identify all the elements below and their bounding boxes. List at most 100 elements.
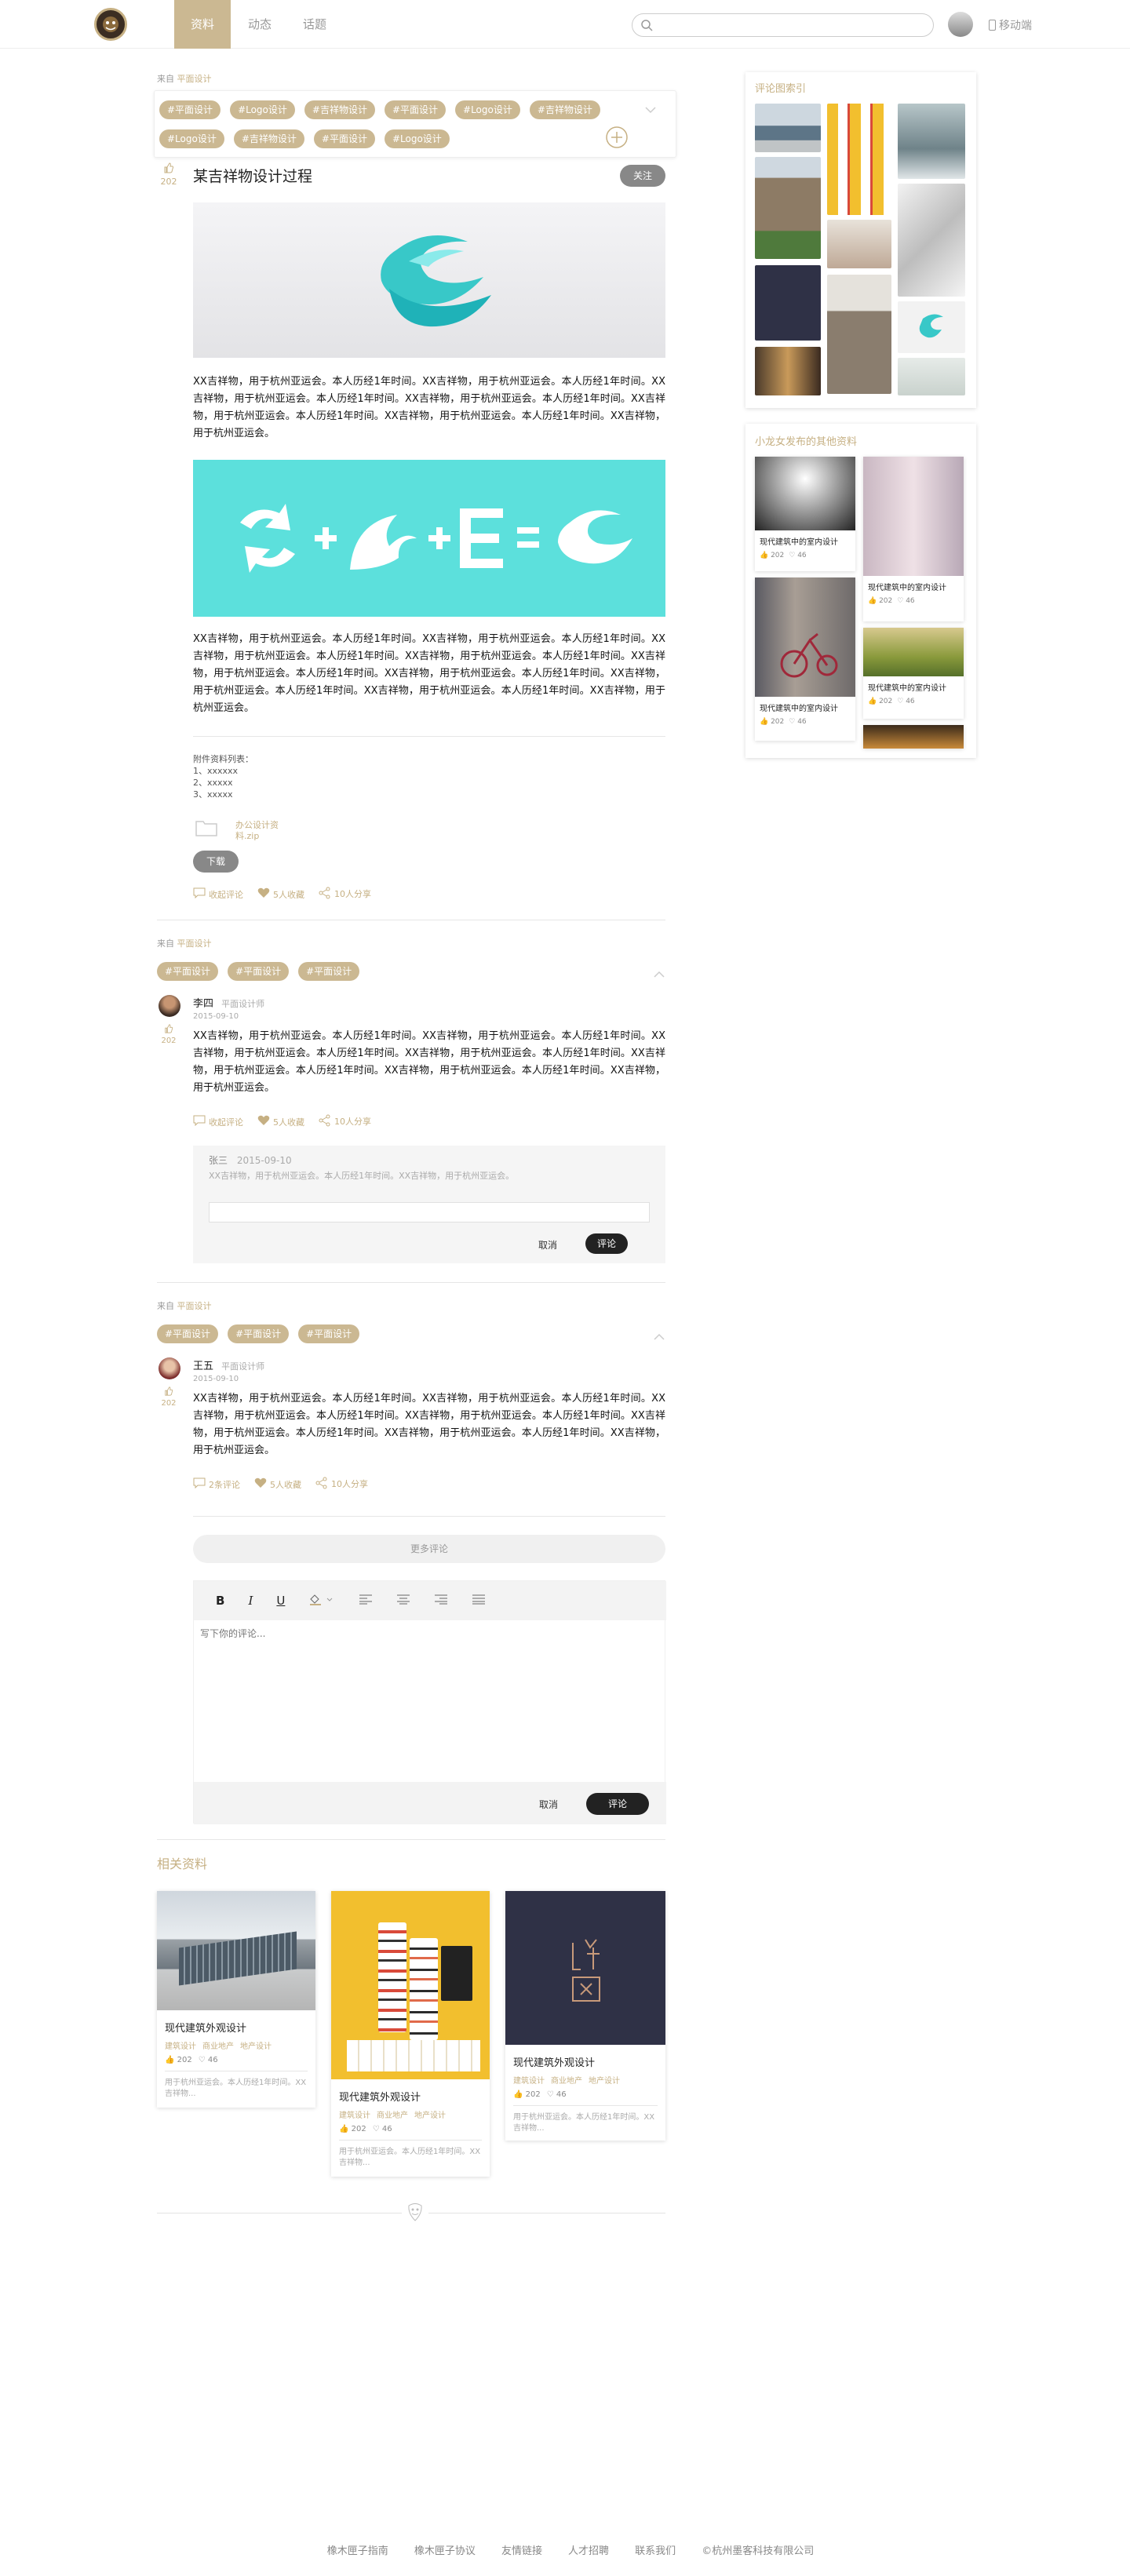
card-tag[interactable]: 建筑设计 bbox=[339, 2108, 370, 2120]
other-post-card[interactable] bbox=[863, 725, 964, 749]
index-thumb[interactable] bbox=[827, 104, 891, 215]
mobile-link[interactable]: 移动端 bbox=[989, 17, 1032, 33]
other-post-card[interactable]: 现代建筑中的室内设计 👍 202 ♡ 46 bbox=[863, 628, 964, 719]
collect-button[interactable]: 5人收藏 bbox=[257, 887, 304, 902]
collect-button[interactable]: 5人收藏 bbox=[257, 1114, 304, 1129]
chevron-up-icon[interactable] bbox=[653, 1329, 665, 1344]
site-logo[interactable] bbox=[94, 8, 127, 41]
from-source-link[interactable]: 平面设计 bbox=[177, 74, 212, 84]
tag-chip[interactable]: #吉祥物设计 bbox=[304, 100, 375, 119]
tag-chip[interactable]: #Logo设计 bbox=[455, 100, 520, 119]
share-button[interactable]: 10人分享 bbox=[319, 1114, 374, 1129]
related-card[interactable]: 现代建筑外观设计 建筑设计 商业地产 地产设计 👍 202 ♡ 46 用于杭州亚运会… bbox=[505, 1891, 665, 2141]
comment-toggle[interactable]: 收起评论 bbox=[193, 1114, 243, 1129]
tag-chip[interactable]: #Logo设计 bbox=[159, 129, 224, 148]
index-thumb[interactable] bbox=[898, 301, 965, 353]
tag-chip[interactable]: #平面设计 bbox=[159, 100, 221, 119]
underline-icon[interactable]: U bbox=[276, 1594, 285, 1608]
card-tag[interactable]: 商业地产 bbox=[202, 2039, 234, 2051]
footer-link[interactable]: 联系我们 bbox=[635, 2545, 676, 2557]
align-center-icon[interactable] bbox=[396, 1594, 410, 1608]
cancel-button[interactable]: 取消 bbox=[539, 1798, 558, 1811]
other-post-card[interactable]: 现代建筑中的室内设计 👍 202 ♡ 46 bbox=[755, 457, 855, 571]
index-thumb[interactable] bbox=[898, 104, 965, 179]
other-post-card[interactable]: 现代建筑中的室内设计 👍 202 ♡ 46 bbox=[863, 457, 964, 621]
footer-link[interactable]: 橡木匣子指南 bbox=[327, 2545, 388, 2557]
attach-item[interactable]: 3、xxxxx bbox=[193, 789, 253, 800]
tag-chip[interactable]: #平面设计 bbox=[313, 129, 375, 148]
tab-huati[interactable]: 话题 bbox=[290, 0, 339, 49]
follow-button[interactable]: 关注 bbox=[620, 165, 665, 187]
submit-comment-button[interactable]: 评论 bbox=[586, 1793, 649, 1815]
avatar[interactable] bbox=[159, 995, 180, 1017]
index-thumb[interactable] bbox=[755, 347, 821, 395]
index-thumb[interactable] bbox=[755, 157, 821, 259]
comment-toggle[interactable]: 2条评论 bbox=[193, 1477, 240, 1492]
tag-chip[interactable]: #平面设计 bbox=[157, 962, 219, 981]
reply-input[interactable] bbox=[209, 1202, 650, 1222]
index-thumb[interactable] bbox=[755, 104, 821, 152]
card-tag[interactable]: 建筑设计 bbox=[513, 2074, 545, 2086]
like-widget[interactable]: 202 bbox=[157, 162, 180, 187]
card-tag[interactable]: 建筑设计 bbox=[165, 2039, 196, 2051]
align-left-icon[interactable] bbox=[359, 1594, 373, 1608]
collect-button[interactable]: 5人收藏 bbox=[254, 1477, 301, 1492]
download-button[interactable]: 下载 bbox=[193, 851, 239, 873]
card-tag[interactable]: 商业地产 bbox=[551, 2074, 582, 2086]
tag-chip[interactable]: #吉祥物设计 bbox=[233, 129, 304, 148]
share-button[interactable]: 10人分享 bbox=[315, 1477, 370, 1492]
footer-link[interactable]: 人才招聘 bbox=[568, 2545, 609, 2557]
tag-chip[interactable]: #平面设计 bbox=[298, 962, 360, 981]
more-comments-button[interactable]: 更多评论 bbox=[193, 1535, 665, 1563]
tab-dongtai[interactable]: 动态 bbox=[235, 0, 284, 49]
tag-chip[interactable]: #Logo设计 bbox=[230, 100, 295, 119]
search-input[interactable] bbox=[658, 17, 924, 33]
align-right-icon[interactable] bbox=[434, 1594, 448, 1608]
share-button[interactable]: 10人分享 bbox=[319, 887, 374, 902]
reply-name[interactable]: 张三 bbox=[209, 1155, 228, 1166]
card-tag[interactable]: 地产设计 bbox=[414, 2108, 446, 2120]
italic-icon[interactable]: I bbox=[248, 1594, 253, 1608]
justify-icon[interactable] bbox=[472, 1594, 486, 1608]
footer-link[interactable]: 友情链接 bbox=[501, 2545, 542, 2557]
file-name[interactable]: 办公设计资料.zip bbox=[235, 820, 290, 842]
tag-chip[interactable]: #平面设计 bbox=[228, 962, 290, 981]
attach-item[interactable]: 1、xxxxxx bbox=[193, 765, 253, 777]
search-box[interactable] bbox=[632, 13, 934, 37]
chevron-up-icon[interactable] bbox=[653, 967, 665, 982]
index-thumb[interactable] bbox=[898, 358, 965, 395]
author-name[interactable]: 李四 bbox=[193, 998, 213, 1010]
index-thumb[interactable] bbox=[827, 220, 891, 268]
bold-icon[interactable]: B bbox=[216, 1594, 224, 1608]
tag-chip[interactable]: #平面设计 bbox=[384, 100, 447, 119]
tab-ziliao[interactable]: 资料 bbox=[174, 0, 231, 49]
related-card[interactable]: 现代建筑外观设计 建筑设计 商业地产 地产设计 👍 202 ♡ 46 用于杭州亚运会… bbox=[331, 1891, 490, 2177]
from-source-link[interactable]: 平面设计 bbox=[177, 1301, 212, 1311]
tag-chip[interactable]: #平面设计 bbox=[298, 1324, 360, 1343]
avatar[interactable] bbox=[159, 1357, 180, 1379]
like-widget[interactable]: 202 bbox=[159, 1022, 179, 1045]
card-tag[interactable]: 商业地产 bbox=[377, 2108, 408, 2120]
other-post-card[interactable]: 现代建筑中的室内设计 👍 202 ♡ 46 bbox=[755, 578, 855, 741]
index-thumb[interactable] bbox=[827, 275, 891, 394]
index-thumb[interactable] bbox=[898, 184, 965, 297]
like-widget[interactable]: 202 bbox=[159, 1384, 179, 1408]
tag-chip[interactable]: #平面设计 bbox=[157, 1324, 219, 1343]
chevron-down-icon[interactable] bbox=[644, 102, 657, 117]
fill-color-icon[interactable] bbox=[308, 1593, 335, 1609]
comment-toggle[interactable]: 收起评论 bbox=[193, 887, 243, 902]
related-card[interactable]: 现代建筑外观设计 建筑设计 商业地产 地产设计 👍 202 ♡ 46 用于杭州亚运会… bbox=[157, 1891, 315, 2108]
author-name[interactable]: 王五 bbox=[193, 1361, 213, 1372]
attach-item[interactable]: 2、xxxxx bbox=[193, 777, 253, 789]
card-tag[interactable]: 地产设计 bbox=[589, 2074, 620, 2086]
add-tag-icon[interactable] bbox=[605, 126, 629, 152]
from-source-link[interactable]: 平面设计 bbox=[177, 938, 212, 949]
cancel-button[interactable]: 取消 bbox=[538, 1238, 557, 1252]
footer-link[interactable]: 橡木匣子协议 bbox=[414, 2545, 476, 2557]
submit-comment-button[interactable]: 评论 bbox=[585, 1233, 628, 1254]
tag-chip[interactable]: #平面设计 bbox=[228, 1324, 290, 1343]
card-tag[interactable]: 地产设计 bbox=[240, 2039, 272, 2051]
user-avatar[interactable] bbox=[948, 12, 973, 37]
tag-chip[interactable]: #吉祥物设计 bbox=[529, 100, 600, 119]
index-thumb[interactable] bbox=[755, 265, 821, 341]
